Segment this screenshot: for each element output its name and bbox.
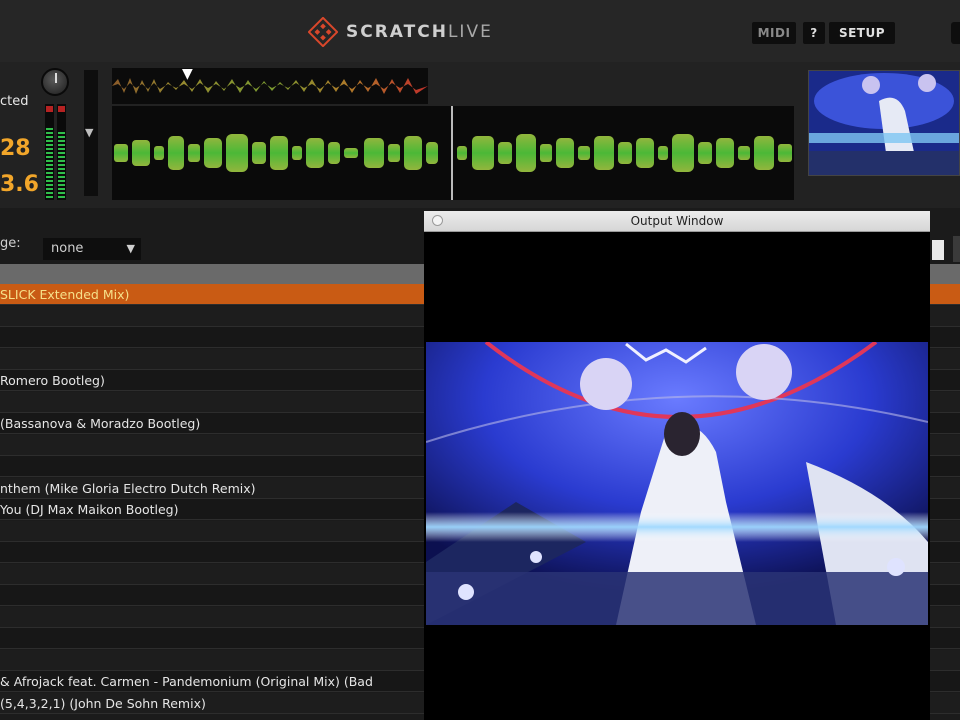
track-overview[interactable] [112,68,428,104]
setup-button[interactable]: SETUP [829,22,895,44]
gain-knob[interactable] [41,68,69,96]
deck-panel: cted 28 3.6 ▼ ▼ [0,62,960,208]
track-title: You (DJ Max Maikon Bootleg) [0,502,179,517]
filter-select[interactable]: none ▼ [43,238,141,260]
output-window-title: Output Window [630,214,724,228]
deck-status-text: cted [0,94,29,109]
pitch-readout: 3.6 [0,172,39,197]
brand-name-main: SCRATCH [346,22,448,42]
waveform-playhead [451,106,453,200]
midi-button[interactable]: MIDI [752,22,796,44]
track-title: & Afrojack feat. Carmen - Pandemonium (O… [0,674,373,689]
playhead-marker-icon: ▼ [182,66,193,82]
bpm-readout: 28 [0,136,31,161]
vu-meter-left [45,104,54,200]
slider-arrow-icon: ▼ [85,126,94,139]
brand-name-live: LIVE [447,22,493,42]
help-button[interactable]: ? [803,22,825,44]
scratch-live-logo-icon [307,16,339,48]
chevron-down-icon: ▼ [126,242,135,255]
track-title: (Bassanova & Moradzo Bootleg) [0,416,201,431]
vu-meter-right [57,104,66,200]
output-window-titlebar[interactable]: Output Window [424,211,930,232]
edge-control[interactable] [951,22,960,44]
top-bar: SCRATCHLIVE MIDI ? SETUP [0,0,960,62]
output-video-frame [426,342,928,625]
track-title: SLICK Extended Mix) [0,287,130,302]
search-button-edge[interactable] [953,236,960,262]
brand: SCRATCHLIVE [307,16,493,48]
waveform-view[interactable] [112,106,794,200]
track-title: nthem (Mike Gloria Electro Dutch Remix) [0,481,256,496]
filter-select-value: none [51,241,84,256]
search-field-edge[interactable] [932,240,944,260]
brand-name: SCRATCHLIVE [346,22,493,42]
filter-label: ge: [0,236,21,251]
track-title: Romero Bootleg) [0,373,105,388]
track-title: (5,4,3,2,1) (John De Sohn Remix) [0,696,206,711]
deck-video-preview [808,70,960,176]
output-window: Output Window [424,211,930,720]
